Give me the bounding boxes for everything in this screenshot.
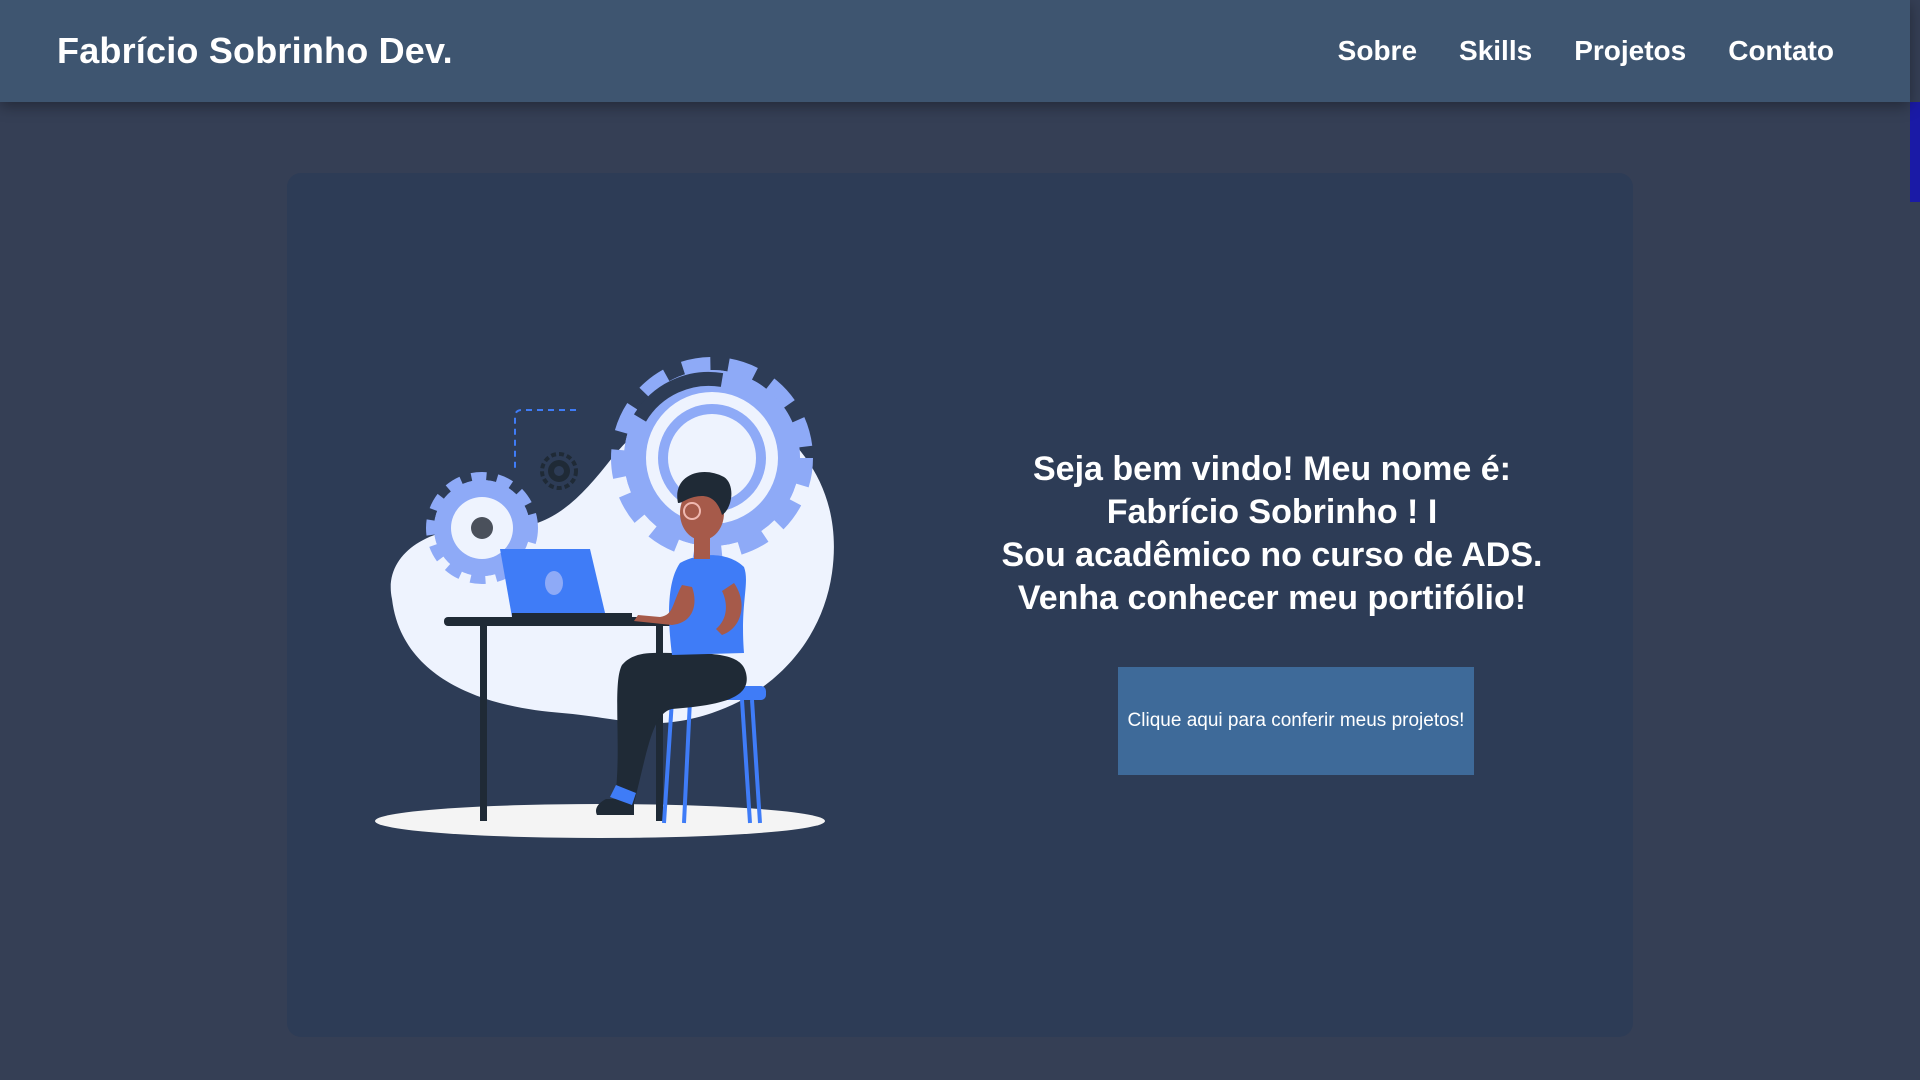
nav-item: Contato [1728, 35, 1834, 67]
small-dark-gear [540, 452, 578, 490]
nav-link-skills[interactable]: Skills [1459, 35, 1532, 66]
hero-line-name: Fabrício Sobrinho ! I [1106, 493, 1438, 531]
navbar: Fabrício Sobrinho Dev. Sobre Skills Proj… [0, 0, 1910, 102]
hero-text: Seja bem vindo! Meu nome é: Fabrício Sob… [967, 448, 1577, 620]
scrollbar-thumb[interactable] [1910, 102, 1920, 202]
nav-link-projetos[interactable]: Projetos [1574, 35, 1686, 66]
laptop-logo [545, 571, 563, 595]
nav-item: Projetos [1574, 35, 1686, 67]
developer-illustration [375, 357, 834, 838]
hero-line-welcome: Seja bem vindo! Meu nome é: [1033, 450, 1511, 488]
person-legs [615, 652, 747, 803]
nav-menu: Sobre Skills Projetos Contato [1338, 35, 1834, 67]
nav-link-sobre[interactable]: Sobre [1338, 35, 1417, 66]
nav-link-contato[interactable]: Contato [1728, 35, 1834, 66]
brand-logo-link[interactable]: Fabrício Sobrinho Dev. [57, 30, 453, 72]
page: Fabrício Sobrinho Dev. Sobre Skills Proj… [0, 0, 1920, 1080]
hero-line-course: Sou acadêmico no curso de ADS. [1001, 536, 1543, 574]
desk-leg-left [480, 623, 487, 821]
nav-item: Skills [1459, 35, 1532, 67]
hero-heading: Seja bem vindo! Meu nome é: Fabrício Sob… [967, 448, 1577, 620]
dashed-connector [514, 409, 576, 471]
nav-item: Sobre [1338, 35, 1417, 67]
view-projects-button[interactable]: Clique aqui para conferir meus projetos! [1118, 667, 1474, 775]
hero-card: Seja bem vindo! Meu nome é: Fabrício Sob… [287, 173, 1633, 1037]
scrollbar-track[interactable] [1910, 0, 1920, 1080]
laptop-base [512, 613, 632, 619]
hero-line-portfolio: Venha conhecer meu portifólio! [1017, 579, 1527, 617]
